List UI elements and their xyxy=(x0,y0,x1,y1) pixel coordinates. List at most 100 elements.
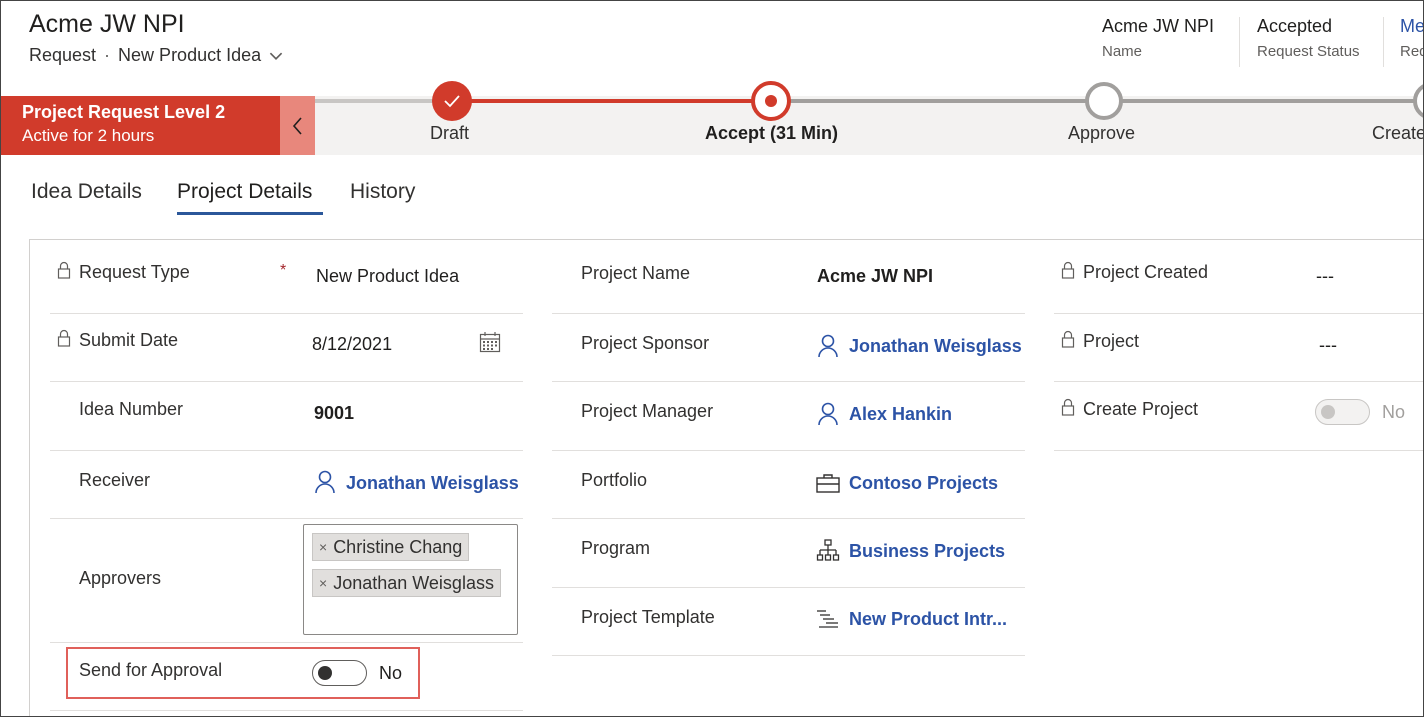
person-icon xyxy=(818,334,838,358)
create-project-value: No xyxy=(1382,402,1406,422)
required-indicator: * xyxy=(280,262,287,279)
request-type-value: New Product Idea xyxy=(316,266,460,286)
row-divider xyxy=(50,518,523,519)
idea-number-label: Idea Number xyxy=(79,399,184,419)
project-sponsor-label: Project Sponsor xyxy=(581,333,710,353)
collapse-button[interactable] xyxy=(280,96,315,155)
portfolio-label: Portfolio xyxy=(581,470,648,490)
create-project-toggle xyxy=(1315,399,1370,425)
header-field-name: Acme JW NPI Name xyxy=(1102,16,1214,60)
form-section xyxy=(29,239,1423,716)
approver-chip[interactable]: × Christine Chang xyxy=(312,533,470,561)
lock-icon xyxy=(1061,398,1075,416)
lock-icon xyxy=(57,329,71,347)
row-divider xyxy=(552,381,1025,382)
stage-draft-marker[interactable] xyxy=(432,81,472,121)
row-divider xyxy=(1054,450,1423,451)
selected-tab-indicator xyxy=(177,212,323,215)
row-divider xyxy=(50,450,523,451)
row-divider xyxy=(50,313,523,314)
create-project-label: Create Project xyxy=(1083,399,1199,419)
highlight-box xyxy=(66,647,420,699)
header-requester-value[interactable]: Me xyxy=(1400,16,1423,37)
active-dot xyxy=(765,95,777,107)
person-icon xyxy=(315,470,335,494)
tab-idea-details[interactable]: Idea Details xyxy=(31,180,142,204)
project-created-label: Project Created xyxy=(1083,262,1209,282)
header-name-label: Name xyxy=(1102,43,1143,60)
portfolio-link[interactable]: Contoso Projects xyxy=(849,473,998,494)
project-name-label: Project Name xyxy=(581,263,691,283)
active-stage-name: Project Request Level 2 xyxy=(22,102,226,122)
row-divider xyxy=(552,655,1025,656)
idea-number-value[interactable]: 9001 xyxy=(314,403,354,424)
stage-connector-completed xyxy=(451,99,771,103)
header-name-value: Acme JW NPI xyxy=(1102,16,1215,36)
task-list-icon xyxy=(817,610,838,628)
remove-icon[interactable]: × xyxy=(319,575,327,591)
header-field-requester[interactable]: Me Req xyxy=(1400,16,1423,60)
approver-chip-label: Jonathan Weisglass xyxy=(333,572,494,593)
stage-approve-label[interactable]: Approve xyxy=(1068,123,1135,144)
calendar-icon[interactable] xyxy=(479,331,501,353)
chevron-left-icon xyxy=(292,116,302,135)
app-window: Acme JW NPI Request · New Product Idea A… xyxy=(0,0,1424,717)
row-divider xyxy=(1054,313,1423,314)
stage-approve-marker[interactable] xyxy=(1085,82,1123,120)
stage-accept-marker[interactable] xyxy=(751,81,791,121)
tab-project-details[interactable]: Project Details xyxy=(177,180,312,204)
project-created-value: --- xyxy=(1316,266,1334,286)
header-divider xyxy=(1239,17,1240,67)
record-title: Acme JW NPI xyxy=(29,10,185,38)
chevron-down-icon[interactable] xyxy=(269,49,283,63)
row-divider xyxy=(50,710,523,711)
active-stage-flyout[interactable]: Project Request Level 2 Active for 2 hou… xyxy=(1,96,280,155)
project-manager-link[interactable]: Alex Hankin xyxy=(849,404,952,425)
row-divider xyxy=(552,313,1025,314)
briefcase-icon xyxy=(816,474,840,493)
stage-draft-label[interactable]: Draft xyxy=(430,123,469,144)
header-divider xyxy=(1383,17,1384,67)
approver-chip[interactable]: × Jonathan Weisglass xyxy=(312,569,501,597)
header-requester-label: Req xyxy=(1400,43,1423,60)
row-divider xyxy=(50,642,523,643)
project-sponsor-link[interactable]: Jonathan Weisglass xyxy=(849,336,1022,357)
row-divider xyxy=(50,381,523,382)
project-label: Project xyxy=(1083,331,1140,351)
header-field-status: Accepted Request Status xyxy=(1257,16,1360,60)
project-value: --- xyxy=(1319,335,1337,355)
receiver-link[interactable]: Jonathan Weisglass xyxy=(346,473,519,494)
row-divider xyxy=(552,450,1025,451)
submit-date-value: 8/12/2021 xyxy=(312,334,393,354)
separator: · xyxy=(104,45,111,65)
entity-name: Request xyxy=(29,45,97,65)
form-name: New Product Idea xyxy=(118,45,262,65)
remove-icon[interactable]: × xyxy=(319,539,327,555)
lock-icon xyxy=(1061,261,1075,279)
person-icon xyxy=(818,402,838,426)
program-link[interactable]: Business Projects xyxy=(849,541,1005,562)
checkmark-icon xyxy=(444,95,460,108)
project-manager-label: Project Manager xyxy=(581,401,714,421)
receiver-label: Receiver xyxy=(79,470,151,490)
header-status-label: Request Status xyxy=(1257,43,1360,60)
row-divider xyxy=(552,518,1025,519)
org-chart-icon xyxy=(816,539,840,561)
lock-icon xyxy=(1061,330,1075,348)
header-status-value: Accepted xyxy=(1257,16,1333,36)
stage-create-label[interactable]: Create xyxy=(1372,123,1423,144)
row-divider xyxy=(552,587,1025,588)
program-label: Program xyxy=(581,538,651,558)
approver-chip-label: Christine Chang xyxy=(333,536,463,557)
stage-accept-label[interactable]: Accept (31 Min) xyxy=(705,123,838,144)
stage-connector xyxy=(315,99,451,103)
form-selector[interactable]: Request · New Product Idea xyxy=(29,45,283,66)
project-template-link[interactable]: New Product Intr... xyxy=(849,609,1007,630)
tab-history[interactable]: History xyxy=(350,180,415,204)
submit-date-label: Submit Date xyxy=(79,330,179,350)
request-type-label: Request Type xyxy=(79,262,190,282)
project-name-value[interactable]: Acme JW NPI xyxy=(817,266,933,287)
active-stage-duration: Active for 2 hours xyxy=(22,126,155,145)
project-template-label: Project Template xyxy=(581,607,715,627)
approvers-label: Approvers xyxy=(79,568,162,588)
